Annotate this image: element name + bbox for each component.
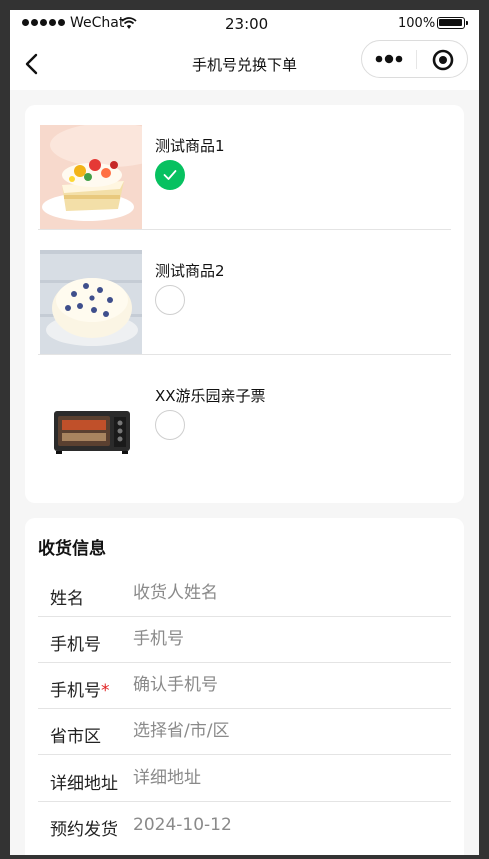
navigation-bar: 手机号兑换下单 <box>10 38 479 90</box>
field-label: 预约发货 <box>50 820 118 840</box>
product-item[interactable]: 测试商品1 <box>38 105 451 230</box>
product-checkbox[interactable] <box>155 410 185 440</box>
mini-program-capsule <box>361 40 468 78</box>
close-mini-program-icon[interactable] <box>431 48 455 72</box>
field-label: 手机号 <box>50 635 101 655</box>
product-name: 测试商品1 <box>155 137 225 155</box>
form-row-ship-date: 预约发货 2024-10-12 <box>38 801 451 847</box>
confirm-phone-input[interactable] <box>133 668 443 702</box>
product-checkbox[interactable] <box>155 160 185 190</box>
carrier-name: WeChat <box>70 15 125 31</box>
form-row-address: 详细地址 <box>38 755 451 802</box>
form-row-region: 省市区 <box>38 708 451 755</box>
status-time: 23:00 <box>225 15 269 33</box>
field-label: 姓名 <box>50 589 84 609</box>
phone-screen: WeChat 23:00 100% 手机号兑换下单 测试商品1 测试商品2 XX… <box>10 10 479 855</box>
field-label: 手机号* <box>50 676 110 701</box>
form-row-confirm-phone: 手机号* <box>38 662 451 709</box>
product-name: XX游乐园亲子票 <box>155 387 266 405</box>
form-row-phone: 手机号 <box>38 616 451 663</box>
capsule-divider <box>416 50 417 69</box>
form-row-name: 姓名 <box>38 570 451 617</box>
product-item[interactable]: XX游乐园亲子票 <box>38 355 451 479</box>
toaster-oven-image <box>40 375 142 479</box>
blueberry-cake-image <box>40 250 142 354</box>
field-label: 详细地址 <box>50 774 118 794</box>
recipient-name-input[interactable] <box>133 576 443 610</box>
shipping-info-card: 收货信息 姓名 手机号 手机号* 省市区 详细地址 预约发货 2024-10-1… <box>25 518 464 855</box>
cake-slice-image <box>40 125 142 229</box>
region-picker[interactable] <box>133 714 443 748</box>
section-title: 收货信息 <box>38 539 106 559</box>
phone-input[interactable] <box>133 622 443 656</box>
address-input[interactable] <box>133 761 443 795</box>
battery-percentage: 100% <box>398 16 436 31</box>
status-bar: WeChat 23:00 100% <box>10 10 479 38</box>
battery-icon <box>437 17 468 29</box>
product-name: 测试商品2 <box>155 262 225 280</box>
signal-strength-icon <box>22 19 65 26</box>
more-options-icon[interactable] <box>374 49 406 69</box>
field-label: 省市区 <box>50 727 101 747</box>
ship-date-picker[interactable]: 2024-10-12 <box>133 815 232 835</box>
product-list-card: 测试商品1 测试商品2 XX游乐园亲子票 <box>25 105 464 503</box>
product-item[interactable]: 测试商品2 <box>38 230 451 355</box>
checkmark-icon <box>163 170 177 180</box>
product-checkbox[interactable] <box>155 285 185 315</box>
required-mark: * <box>101 681 110 701</box>
field-label-text: 手机号 <box>50 681 101 701</box>
wifi-icon <box>121 17 137 29</box>
